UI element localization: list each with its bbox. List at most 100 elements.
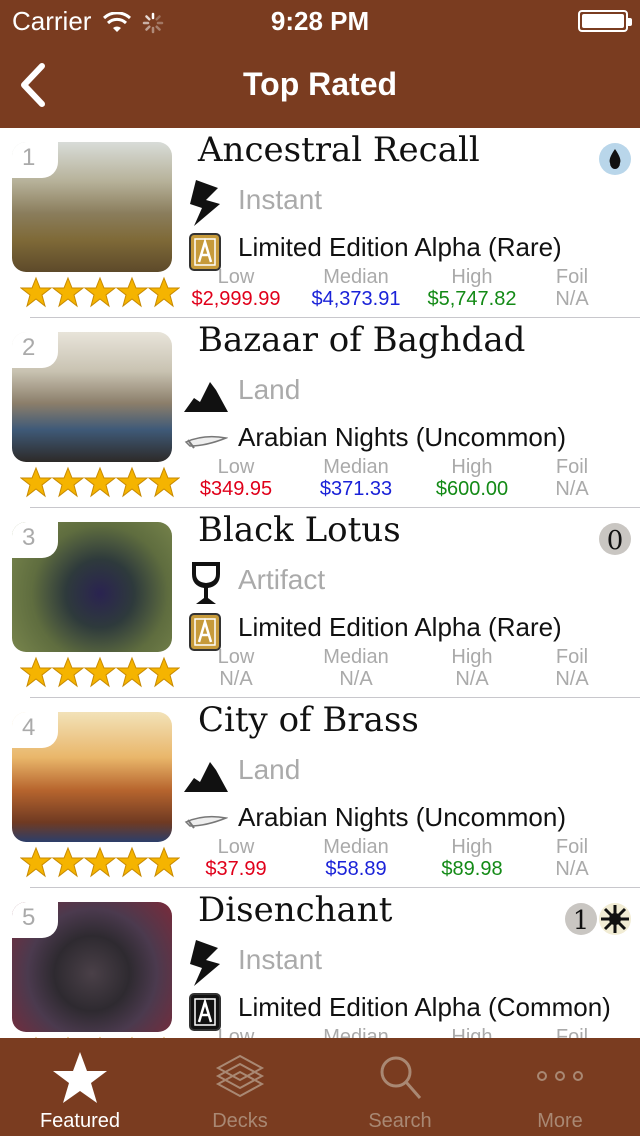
- price-label-low: Low: [217, 646, 255, 668]
- card-art-image: 5: [12, 902, 172, 1032]
- star-rating: [20, 846, 180, 880]
- card-name: Disenchant: [198, 890, 393, 930]
- price-label-high: High: [451, 456, 493, 478]
- star-rating: [20, 656, 180, 690]
- star-rating: [20, 276, 180, 310]
- rating-star-icon: [148, 276, 180, 308]
- price-label-foil: Foil: [555, 646, 589, 668]
- card-art-image: 3: [12, 522, 172, 652]
- price-label-low: Low: [217, 836, 255, 858]
- price-foil: N/A: [555, 478, 589, 500]
- price-label-high: High: [451, 646, 493, 668]
- rating-star-icon: [52, 466, 84, 498]
- tab-more[interactable]: More: [480, 1038, 640, 1136]
- card-row[interactable]: 5 Disenchant 1 Instant Limited Edition Alpha…: [0, 888, 640, 1038]
- price-label-high: High: [451, 836, 493, 858]
- tab-featured[interactable]: Featured: [0, 1038, 160, 1136]
- rating-star-icon: [52, 846, 84, 878]
- price-label-median: Median: [323, 646, 389, 668]
- rating-star-icon: [52, 656, 84, 688]
- star-icon: [53, 1052, 107, 1103]
- tab-label: More: [537, 1110, 583, 1132]
- card-row[interactable]: 3 Black Lotus 0 Artifact Limited Edition Alp…: [0, 508, 640, 698]
- price-low: N/A: [219, 668, 253, 690]
- card-set: Limited Edition Alpha (Rare): [238, 612, 562, 642]
- status-bar: Carrier 9:28 PM: [0, 0, 640, 40]
- price-high: $5,747.82: [427, 288, 517, 310]
- mountain-icon: [184, 748, 228, 798]
- card-name: City of Brass: [198, 700, 419, 740]
- svg-text:1: 1: [573, 906, 590, 936]
- card-name: Bazaar of Baghdad: [198, 320, 526, 360]
- rating-star-icon: [84, 656, 116, 688]
- price-foil: N/A: [555, 288, 589, 310]
- tab-search[interactable]: Search: [320, 1038, 480, 1136]
- price-label-median: Median: [323, 456, 389, 478]
- card-name: Black Lotus: [198, 510, 401, 550]
- price-label-high: High: [451, 1026, 493, 1038]
- card-type: Land: [238, 374, 301, 405]
- rating-star-icon: [148, 466, 180, 498]
- rank-number: 5: [12, 902, 58, 938]
- price-median: $4,373.91: [311, 288, 401, 310]
- card-set: Arabian Nights (Uncommon): [238, 802, 567, 832]
- svg-text:0: 0: [607, 526, 624, 556]
- page-title: Top Rated: [242, 66, 398, 102]
- card-set: Limited Edition Alpha (Common): [238, 992, 611, 1022]
- rating-star-icon: [116, 276, 148, 308]
- price-label-high: High: [451, 266, 493, 288]
- price-label-median: Median: [323, 266, 389, 288]
- top-bar: Carrier 9:28 PM Top Rated: [0, 0, 640, 128]
- status-time: 9:28 PM: [270, 6, 370, 36]
- lightning-icon: [184, 178, 228, 228]
- rating-star-icon: [116, 656, 148, 688]
- tab-decks[interactable]: Decks: [160, 1038, 320, 1136]
- price-label-low: Low: [217, 456, 255, 478]
- mountain-icon: [184, 368, 228, 418]
- rank-number: 4: [12, 712, 58, 748]
- card-type: Land: [238, 754, 301, 785]
- price-label-foil: Foil: [555, 836, 589, 858]
- rating-star-icon: [116, 846, 148, 878]
- card-row[interactable]: 2 Bazaar of Baghdad Land Arabian Nights (Un…: [0, 318, 640, 508]
- tab-bar: Featured Decks Search More: [0, 1038, 640, 1136]
- price-foil: N/A: [555, 668, 589, 690]
- more-icon: [537, 1071, 583, 1081]
- cards-icon: [215, 1054, 265, 1098]
- white-mana-icon: [599, 903, 631, 935]
- card-list[interactable]: 1 Ancestral Recall Instant Limited Edition …: [0, 128, 640, 1038]
- rank-number: 3: [12, 522, 58, 558]
- blue-mana-icon: [599, 143, 631, 175]
- tab-label: Featured: [39, 1110, 121, 1132]
- chalice-icon: [184, 558, 228, 608]
- rating-star-icon: [84, 846, 116, 878]
- price-median: $58.89: [325, 858, 387, 880]
- price-low: $2,999.99: [191, 288, 281, 310]
- price-label-median: Median: [323, 836, 389, 858]
- card-type: Instant: [238, 184, 323, 215]
- price-median: $371.33: [319, 478, 393, 500]
- price-label-foil: Foil: [555, 456, 589, 478]
- tab-label: Search: [368, 1110, 432, 1132]
- card-row[interactable]: 4 City of Brass Land Arabian Nights (Uncomm…: [0, 698, 640, 888]
- price-label-median: Median: [323, 1026, 389, 1038]
- card-set: Limited Edition Alpha (Rare): [238, 232, 562, 262]
- price-label-foil: Foil: [555, 1026, 589, 1038]
- mana-cost: 0: [598, 522, 632, 556]
- price-high: N/A: [455, 668, 489, 690]
- tab-label: Decks: [212, 1110, 268, 1132]
- rating-star-icon: [148, 656, 180, 688]
- price-foil: N/A: [555, 858, 589, 880]
- star-rating: [20, 466, 180, 500]
- rating-star-icon: [20, 846, 52, 878]
- price-low: $37.99: [205, 858, 267, 880]
- rating-star-icon: [20, 276, 52, 308]
- rating-star-icon: [52, 276, 84, 308]
- mana-cost: 1: [564, 902, 632, 936]
- card-type: Instant: [238, 944, 323, 975]
- card-row[interactable]: 1 Ancestral Recall Instant Limited Edition …: [0, 128, 640, 318]
- battery-icon: [578, 10, 632, 32]
- rating-star-icon: [84, 276, 116, 308]
- price-high: $89.98: [441, 858, 503, 880]
- generic-mana-icon: 0: [599, 523, 631, 556]
